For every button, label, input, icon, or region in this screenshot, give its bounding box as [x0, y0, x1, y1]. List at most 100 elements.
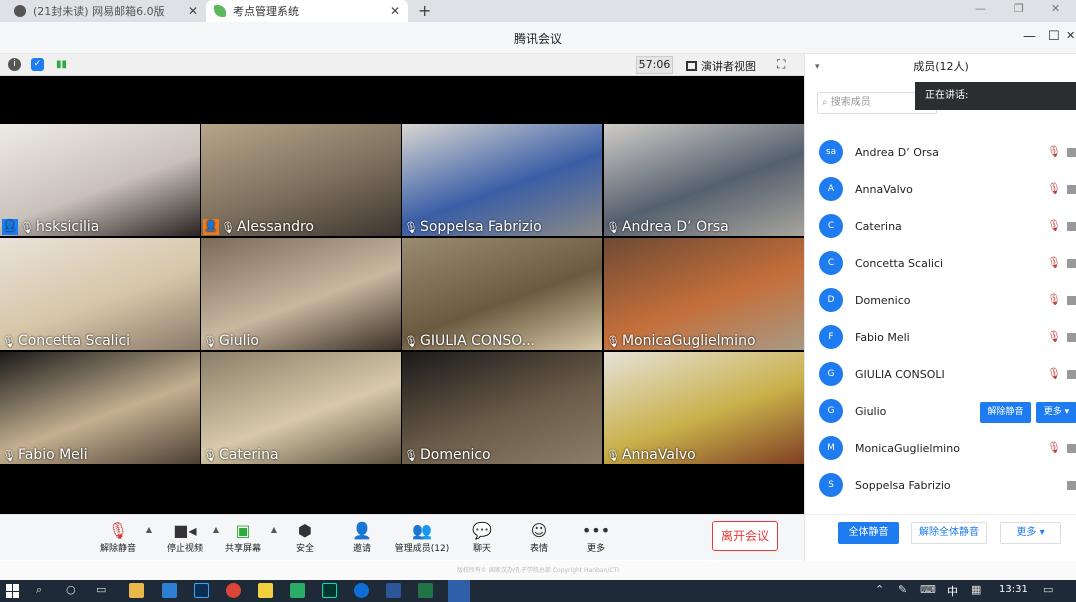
leave-meeting-button[interactable]: 离开会议 [712, 521, 778, 551]
avatar: F [819, 325, 843, 349]
unmute-button[interactable]: 🎙 解除静音 ▲ [82, 521, 154, 554]
video-tile[interactable]: 🎙 Concetta Scalici [0, 238, 200, 350]
mute-all-button[interactable]: 全体静音 [838, 522, 899, 544]
copyright-text: 版权所有© 国家汉办/孔子学院总部 Copyright Hanban/CTI [0, 561, 1076, 580]
info-icon[interactable]: i [8, 58, 21, 71]
unmute-all-button[interactable]: 解除全体静音 [911, 522, 987, 544]
app-close-button[interactable]: ✕ [1066, 29, 1075, 42]
member-row[interactable]: S Soppelsa Fabrizio [805, 467, 1076, 504]
app-minimize-button[interactable]: — [1023, 29, 1036, 44]
video-tile[interactable]: 🎙 Domenico [402, 352, 602, 464]
notes-icon[interactable] [258, 583, 273, 598]
participant-name-tag: 🎙 Fabio Meli [2, 447, 88, 463]
member-row[interactable]: A AnnaValvo 🎙 [805, 171, 1076, 208]
notification-icon[interactable]: ▭ [1043, 583, 1053, 596]
participant-name-tag: 👤 🎙 Alessandro [203, 219, 314, 235]
file-explorer-icon[interactable] [129, 583, 144, 598]
member-name: MonicaGuglielmino [855, 442, 960, 455]
search-icon[interactable]: ⌕ [36, 583, 42, 597]
video-tile[interactable]: 🎙 MonicaGuglielmino [604, 238, 804, 350]
task-view-icon[interactable]: ▭ [96, 583, 106, 596]
windows-start-icon[interactable] [6, 584, 20, 598]
windows-taskbar: ⌕ ○ ▭ ⌃ ✎ ⌨ 中 ▦ 13:31 ▭ [0, 580, 1076, 602]
word-icon[interactable] [386, 583, 401, 598]
camera-icon[interactable] [1067, 185, 1076, 194]
host-badge-icon: 👤 [2, 219, 18, 235]
browser-tab-mail[interactable]: (21封未读) 网易邮箱6.0版 ✕ [6, 0, 206, 22]
video-tile[interactable]: 🎙 Soppelsa Fabrizio [402, 124, 602, 236]
mic-muted-icon: 🎙 [2, 334, 16, 348]
member-unmute-button[interactable]: 解除静音 [980, 402, 1031, 423]
video-tile[interactable]: 🎙 Giulio [201, 238, 401, 350]
video-tile[interactable]: 👤 🎙 hsksicilia [0, 124, 200, 236]
pen-icon[interactable]: ✎ [898, 583, 907, 596]
calendar-grid-icon[interactable]: ▦ [971, 583, 981, 596]
video-tile[interactable]: 🎙 GIULIA CONSO... [402, 238, 602, 350]
mic-muted-icon[interactable]: 🎙 [1047, 145, 1061, 158]
close-tab-icon[interactable]: ✕ [188, 4, 198, 18]
camera-icon[interactable] [1067, 296, 1076, 305]
chevron-down-icon[interactable]: ▾ [815, 54, 820, 80]
mic-muted-icon[interactable]: 🎙 [1047, 367, 1061, 380]
member-row[interactable]: C Concetta Scalici 🎙 [805, 245, 1076, 282]
camera-icon[interactable] [1067, 333, 1076, 342]
member-row[interactable]: G GIULIA CONSOLI 🎙 [805, 356, 1076, 393]
edge-icon[interactable] [354, 583, 369, 598]
excel-icon[interactable] [418, 583, 433, 598]
mic-muted-icon[interactable]: 🎙 [1047, 182, 1061, 195]
wechat-icon[interactable] [290, 583, 305, 598]
avatar: M [819, 436, 843, 460]
camera-icon[interactable] [1067, 481, 1076, 490]
member-row[interactable]: F Fabio Meli 🎙 [805, 319, 1076, 356]
cortana-icon[interactable]: ○ [66, 583, 76, 596]
video-tile[interactable]: 🎙 AnnaValvo [604, 352, 804, 464]
participant-name-tag: 🎙 GIULIA CONSO... [404, 333, 535, 349]
member-row[interactable]: D Domenico 🎙 [805, 282, 1076, 319]
member-row[interactable]: M MonicaGuglielmino 🎙 [805, 430, 1076, 467]
camera-icon[interactable] [1067, 222, 1076, 231]
signal-icon[interactable]: ▮▮ [55, 58, 68, 71]
video-tile[interactable]: 🎙 Fabio Meli [0, 352, 200, 464]
app-icon[interactable] [162, 583, 177, 598]
avatar: S [819, 473, 843, 497]
more-button[interactable]: ••• 更多 [560, 521, 632, 554]
mic-muted-icon[interactable]: 🎙 [1047, 219, 1061, 232]
camera-icon[interactable] [1067, 444, 1076, 453]
audition-icon[interactable] [322, 583, 337, 598]
mic-muted-icon[interactable]: 🎙 [1047, 441, 1061, 454]
browser-close-button[interactable]: ✕ [1051, 2, 1060, 15]
browser-restore-button[interactable]: ❐ [1014, 2, 1024, 15]
member-row[interactable]: C Caterina 🎙 [805, 208, 1076, 245]
browser-tab-label: 考点管理系统 [233, 5, 299, 18]
app-maximize-button[interactable]: ☐ [1048, 29, 1060, 44]
browser-minimize-button[interactable]: — [975, 2, 986, 15]
mic-muted-icon[interactable]: 🎙 [1047, 330, 1061, 343]
video-tile[interactable]: 👤 🎙 Alessandro [201, 124, 401, 236]
photoshop-icon[interactable] [194, 583, 209, 598]
browser-tab-exam[interactable]: 考点管理系统 ✕ [206, 0, 408, 22]
shield-icon[interactable]: ✓ [31, 58, 44, 71]
ime-indicator[interactable]: 中 [947, 583, 958, 599]
fullscreen-icon[interactable]: ⛶ [777, 57, 785, 72]
speaker-view-button[interactable]: 演讲者视图 [686, 58, 756, 74]
members-panel-footer: 全体静音 解除全体静音 更多 ▾ [805, 514, 1076, 561]
chrome-icon[interactable] [226, 583, 241, 598]
video-tile[interactable]: 🎙 Andrea D’ Orsa [604, 124, 804, 236]
mic-muted-icon[interactable]: 🎙 [1047, 293, 1061, 306]
keyboard-icon[interactable]: ⌨ [920, 583, 936, 596]
mic-muted-icon[interactable]: 🎙 [1047, 256, 1061, 269]
taskbar-clock[interactable]: 13:31 [999, 584, 1028, 595]
participant-name: hsksicilia [35, 219, 100, 235]
new-tab-button[interactable]: + [418, 1, 431, 20]
speaker-view-icon [686, 61, 697, 71]
chevron-up-icon[interactable]: ⌃ [875, 583, 884, 596]
camera-icon[interactable] [1067, 148, 1076, 157]
member-more-button[interactable]: 更多 ▾ [1036, 402, 1076, 423]
member-row[interactable]: sa Andrea D’ Orsa 🎙 [805, 134, 1076, 171]
tencent-meeting-icon[interactable] [448, 580, 470, 602]
close-tab-icon[interactable]: ✕ [390, 4, 400, 18]
camera-icon[interactable] [1067, 259, 1076, 268]
panel-more-button[interactable]: 更多 ▾ [1000, 522, 1061, 544]
camera-icon[interactable] [1067, 370, 1076, 379]
video-tile[interactable]: 🎙 Caterina [201, 352, 401, 464]
